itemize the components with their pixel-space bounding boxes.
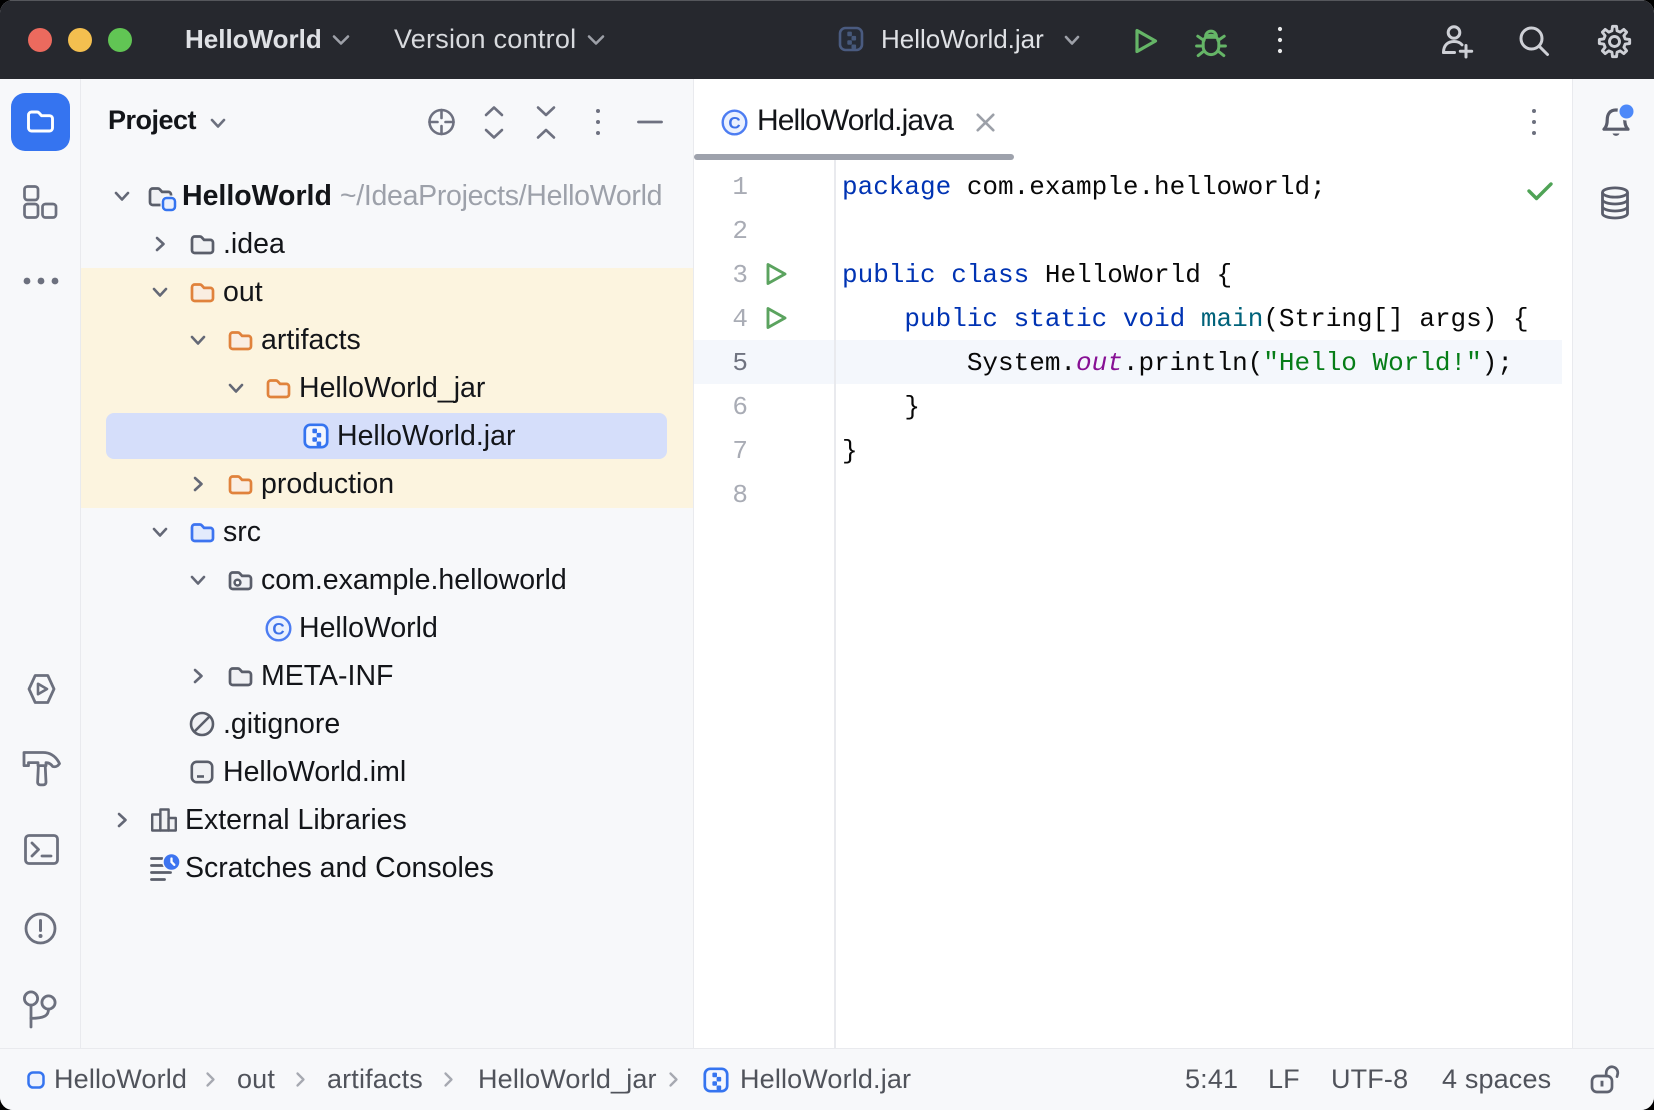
svg-text:C: C	[272, 619, 284, 638]
svg-text:C: C	[728, 114, 740, 133]
